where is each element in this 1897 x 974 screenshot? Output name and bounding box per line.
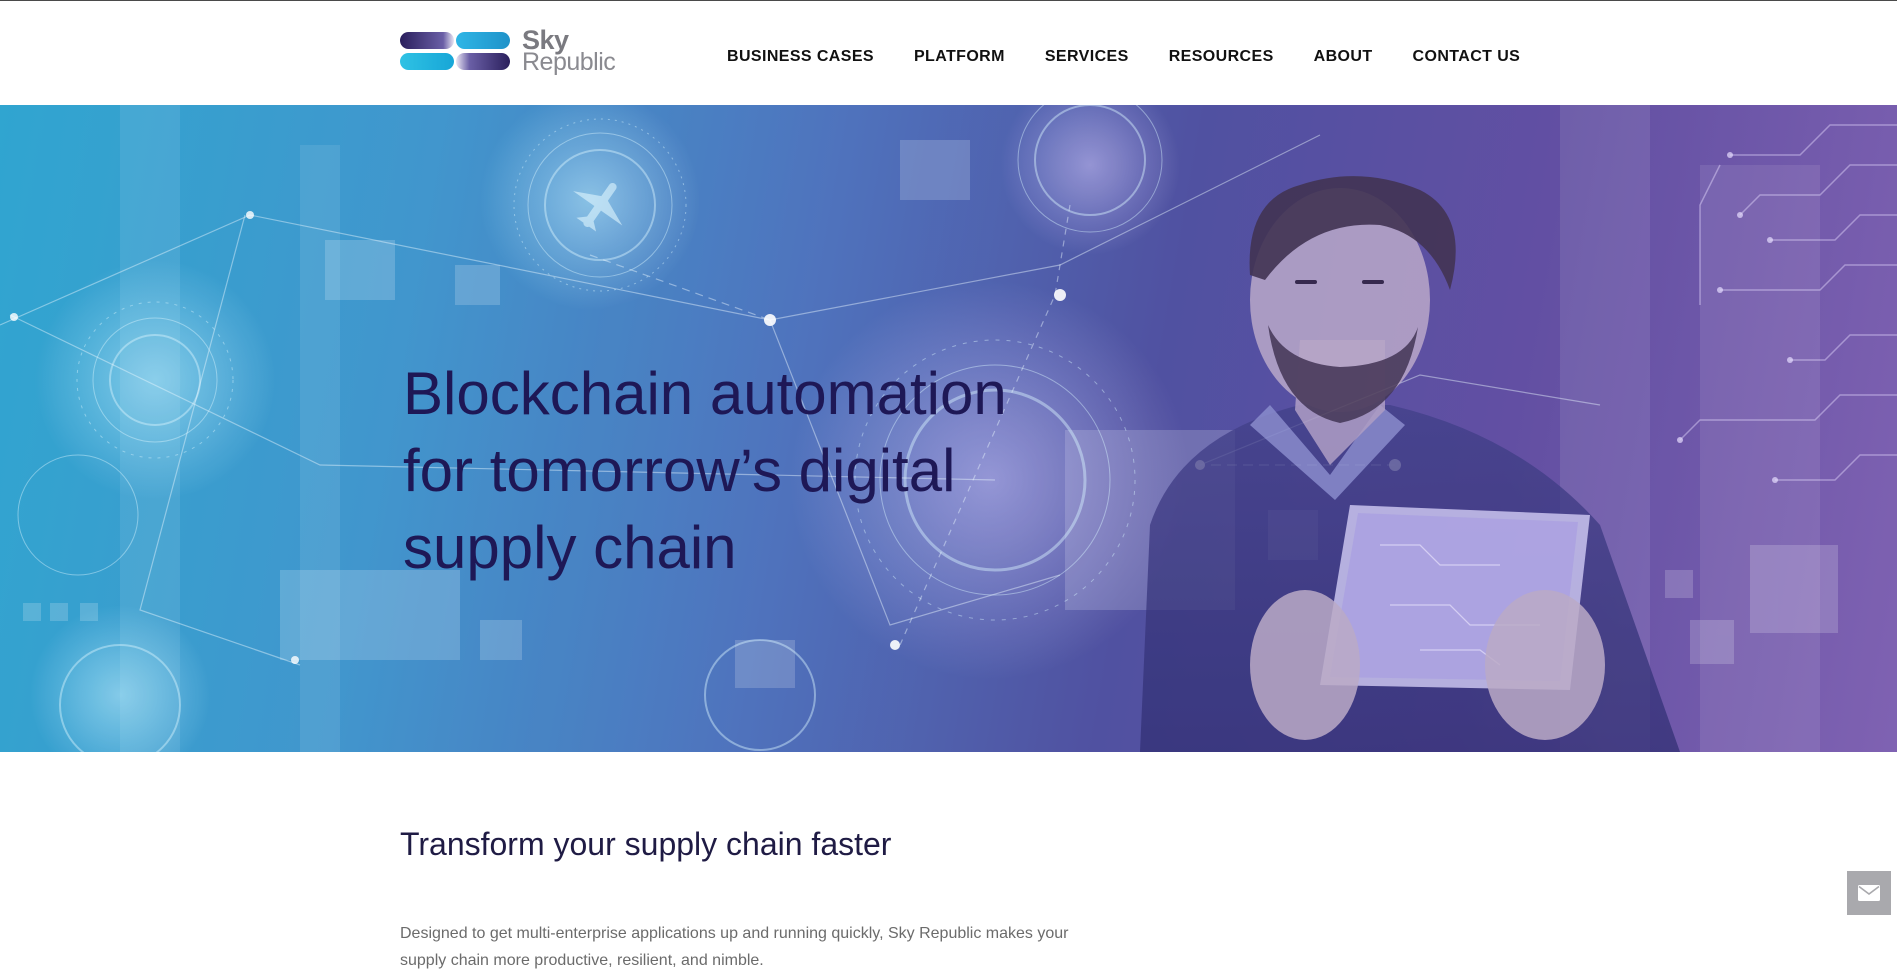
nav-about[interactable]: ABOUT [1314, 48, 1373, 66]
envelope-icon [1858, 885, 1880, 901]
main-navigation: BUSINESS CASES PLATFORM SERVICES RESOURC… [727, 48, 1520, 66]
logo-wordmark: Sky Republic [522, 27, 616, 76]
intro-heading: Transform your supply chain faster [400, 826, 892, 862]
nav-business-cases[interactable]: BUSINESS CASES [727, 48, 874, 66]
logo-mark-icon [400, 30, 512, 72]
sky-republic-logo[interactable]: Sky Republic [400, 27, 616, 76]
site-header: Sky Republic BUSINESS CASES PLATFORM SER… [0, 1, 1897, 105]
intro-body: Designed to get multi-enterprise applica… [400, 925, 1069, 969]
contact-mail-button[interactable] [1847, 871, 1891, 915]
logo-word-republic: Republic [522, 48, 616, 76]
nav-contact-us[interactable]: CONTACT US [1413, 48, 1521, 66]
hero-banner: Blockchain automation for tomorrow’s dig… [0, 105, 1897, 752]
hero-title: Blockchain automation for tomorrow’s dig… [403, 360, 1007, 581]
nav-services[interactable]: SERVICES [1045, 48, 1129, 66]
nav-platform[interactable]: PLATFORM [914, 48, 1005, 66]
nav-resources[interactable]: RESOURCES [1169, 48, 1274, 66]
